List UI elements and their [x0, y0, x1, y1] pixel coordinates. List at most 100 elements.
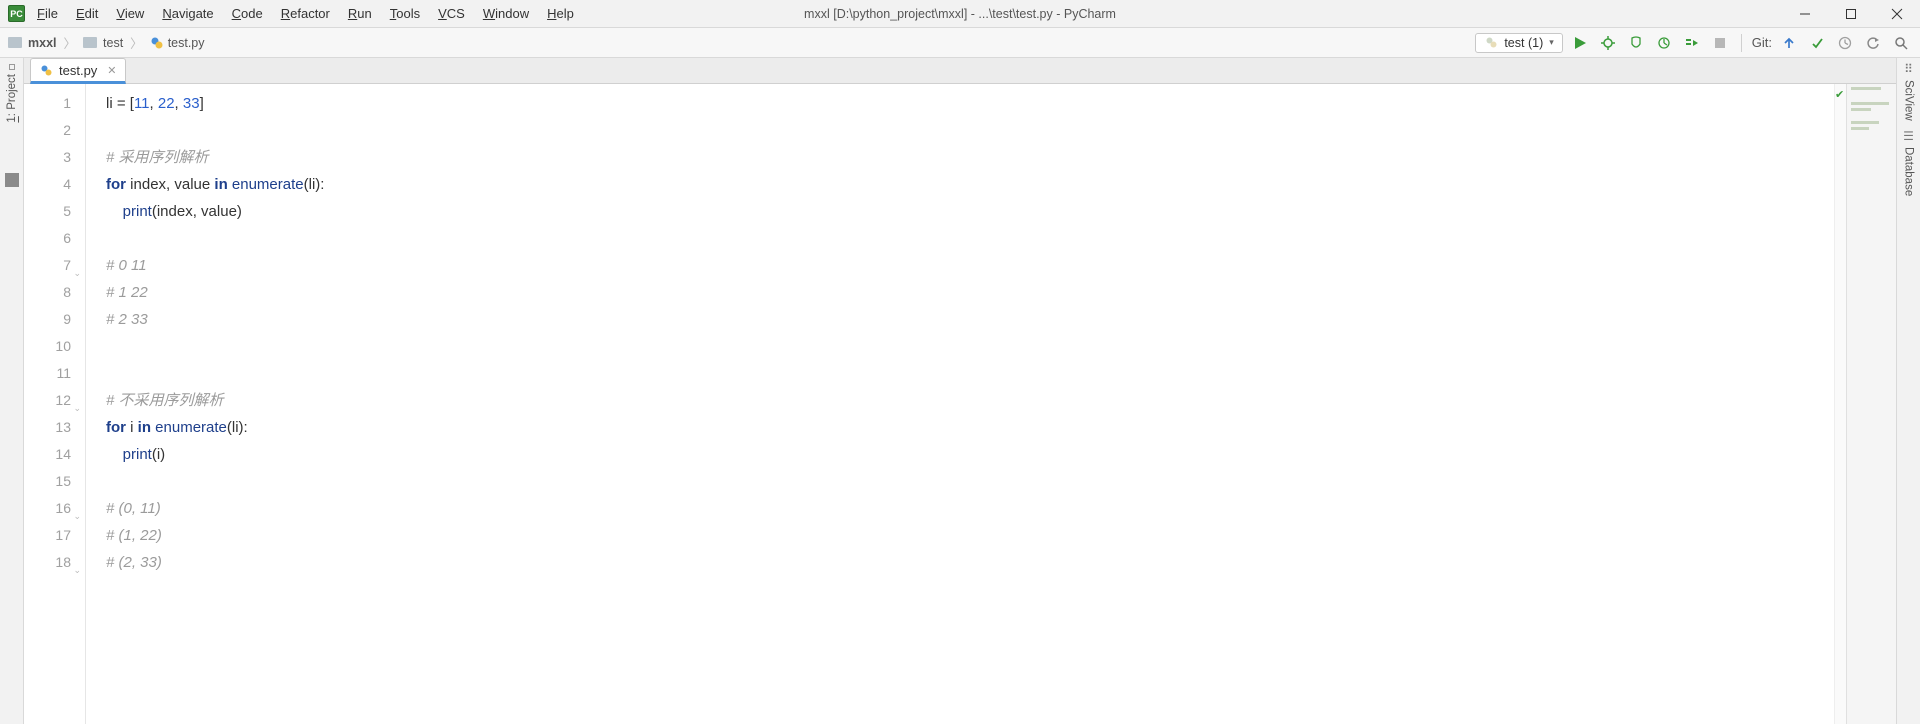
line-number[interactable]: 14 — [24, 441, 71, 468]
breadcrumb-file: test.py — [168, 36, 205, 50]
code-line[interactable] — [106, 468, 1834, 495]
menu-file[interactable]: File — [37, 6, 58, 21]
title-bar: PC File Edit View Navigate Code Refactor Run To… — [0, 0, 1920, 28]
project-tool-button[interactable]: 1: Project — [6, 74, 18, 123]
menu-help[interactable]: Help — [547, 6, 574, 21]
close-button[interactable] — [1874, 0, 1920, 28]
app-icon: PC — [8, 5, 25, 22]
run-button[interactable] — [1569, 32, 1591, 54]
menu-refactor[interactable]: Refactor — [281, 6, 330, 21]
breadcrumb-separator: 〉 — [64, 33, 77, 52]
concurrent-button[interactable] — [1681, 32, 1703, 54]
gutter[interactable]: 1234567⌄89101112⌄13141516⌄1718⌄ — [24, 84, 86, 724]
menu-vcs[interactable]: VCS — [438, 6, 465, 21]
code-line[interactable]: # 采用序列解析 — [106, 144, 1834, 171]
breadcrumb-root: mxxl — [28, 36, 57, 50]
line-number[interactable]: 16⌄ — [24, 495, 71, 522]
database-tool-button[interactable]: Database — [1903, 147, 1915, 196]
fold-icon[interactable]: ⌄ — [71, 260, 81, 270]
sciview-tool-button[interactable]: SciView — [1903, 80, 1915, 121]
git-history-button[interactable] — [1834, 32, 1856, 54]
line-number[interactable]: 12⌄ — [24, 387, 71, 414]
code-line[interactable]: print(i) — [106, 441, 1834, 468]
collapse-icon[interactable] — [9, 64, 15, 70]
code-line[interactable]: # (1, 22) — [106, 522, 1834, 549]
git-commit-button[interactable] — [1806, 32, 1828, 54]
close-icon[interactable]: ✕ — [107, 64, 116, 77]
line-number[interactable]: 10 — [24, 333, 71, 360]
line-number[interactable]: 17 — [24, 522, 71, 549]
code-line[interactable]: for i in enumerate(li): — [106, 414, 1834, 441]
coverage-button[interactable] — [1625, 32, 1647, 54]
code-line[interactable]: # 不采用序列解析 — [106, 387, 1834, 414]
editor-area: test.py ✕ 1234567⌄89101112⌄13141516⌄1718… — [24, 58, 1896, 724]
menu-navigate[interactable]: Navigate — [162, 6, 213, 21]
menu-view[interactable]: View — [116, 6, 144, 21]
stop-button[interactable] — [1709, 32, 1731, 54]
error-stripe[interactable]: ✔ — [1834, 84, 1846, 724]
code-editor[interactable]: li = [11, 22, 33] # 采用序列解析for index, val… — [86, 84, 1834, 724]
profile-button[interactable] — [1653, 32, 1675, 54]
grid-icon[interactable]: ⠿ — [1904, 62, 1913, 76]
fold-icon[interactable]: ⌄ — [71, 557, 81, 567]
code-line[interactable]: # 0 11 — [106, 252, 1834, 279]
minimap[interactable] — [1846, 84, 1896, 724]
toolbar: mxxl 〉 test 〉 test.py test (1) ▾ Git: — [0, 28, 1920, 58]
toolbar-right: test (1) ▾ Git: — [1475, 32, 1912, 54]
separator — [1741, 34, 1742, 52]
breadcrumb-separator: 〉 — [130, 33, 143, 52]
line-number[interactable]: 11 — [24, 360, 71, 387]
right-tool-strip: ⠿ SciView ☰ Database — [1896, 58, 1920, 724]
breadcrumb-folder: test — [103, 36, 123, 50]
line-number[interactable]: 7⌄ — [24, 252, 71, 279]
maximize-button[interactable] — [1828, 0, 1874, 28]
line-number[interactable]: 9 — [24, 306, 71, 333]
code-line[interactable] — [106, 117, 1834, 144]
git-update-button[interactable] — [1778, 32, 1800, 54]
main-menu: File Edit View Navigate Code Refactor Run Tools… — [37, 6, 574, 21]
menu-edit[interactable]: Edit — [76, 6, 98, 21]
line-number[interactable]: 4 — [24, 171, 71, 198]
python-file-icon — [1484, 36, 1498, 50]
code-line[interactable]: print(index, value) — [106, 198, 1834, 225]
editor-tab-label: test.py — [59, 63, 97, 78]
code-line[interactable]: for index, value in enumerate(li): — [106, 171, 1834, 198]
git-revert-button[interactable] — [1862, 32, 1884, 54]
line-number[interactable]: 18⌄ — [24, 549, 71, 576]
line-number[interactable]: 6 — [24, 225, 71, 252]
editor-tab[interactable]: test.py ✕ — [30, 58, 126, 84]
menu-run[interactable]: Run — [348, 6, 372, 21]
fold-icon[interactable]: ⌄ — [71, 395, 81, 405]
window-title: mxxl [D:\python_project\mxxl] - ...\test… — [804, 7, 1116, 21]
code-line[interactable]: # 1 22 — [106, 279, 1834, 306]
line-number[interactable]: 1 — [24, 90, 71, 117]
line-number[interactable]: 2 — [24, 117, 71, 144]
structure-tool-button[interactable] — [5, 173, 19, 187]
breadcrumb[interactable]: mxxl 〉 test 〉 test.py — [8, 33, 205, 52]
code-line[interactable] — [106, 360, 1834, 387]
line-number[interactable]: 13 — [24, 414, 71, 441]
database-icon[interactable]: ☰ — [1903, 129, 1914, 143]
fold-icon[interactable]: ⌄ — [71, 503, 81, 513]
code-line[interactable] — [106, 225, 1834, 252]
code-line[interactable]: # (0, 11) — [106, 495, 1834, 522]
code-line[interactable]: # (2, 33) — [106, 549, 1834, 576]
line-number[interactable]: 15 — [24, 468, 71, 495]
code-line[interactable]: li = [11, 22, 33] — [106, 90, 1834, 117]
run-config-selector[interactable]: test (1) ▾ — [1475, 33, 1562, 53]
menu-code[interactable]: Code — [232, 6, 263, 21]
menu-tools[interactable]: Tools — [390, 6, 420, 21]
main-body: 1: Project test.py ✕ 1234567⌄89101112⌄13… — [0, 58, 1920, 724]
search-button[interactable] — [1890, 32, 1912, 54]
menu-window[interactable]: Window — [483, 6, 529, 21]
run-config-label: test (1) — [1504, 36, 1543, 50]
code-line[interactable] — [106, 333, 1834, 360]
code-line[interactable]: # 2 33 — [106, 306, 1834, 333]
minimize-button[interactable] — [1782, 0, 1828, 28]
chevron-down-icon: ▾ — [1549, 37, 1554, 48]
line-number[interactable]: 3 — [24, 144, 71, 171]
line-number[interactable]: 5 — [24, 198, 71, 225]
folder-icon — [8, 37, 22, 48]
debug-button[interactable] — [1597, 32, 1619, 54]
line-number[interactable]: 8 — [24, 279, 71, 306]
